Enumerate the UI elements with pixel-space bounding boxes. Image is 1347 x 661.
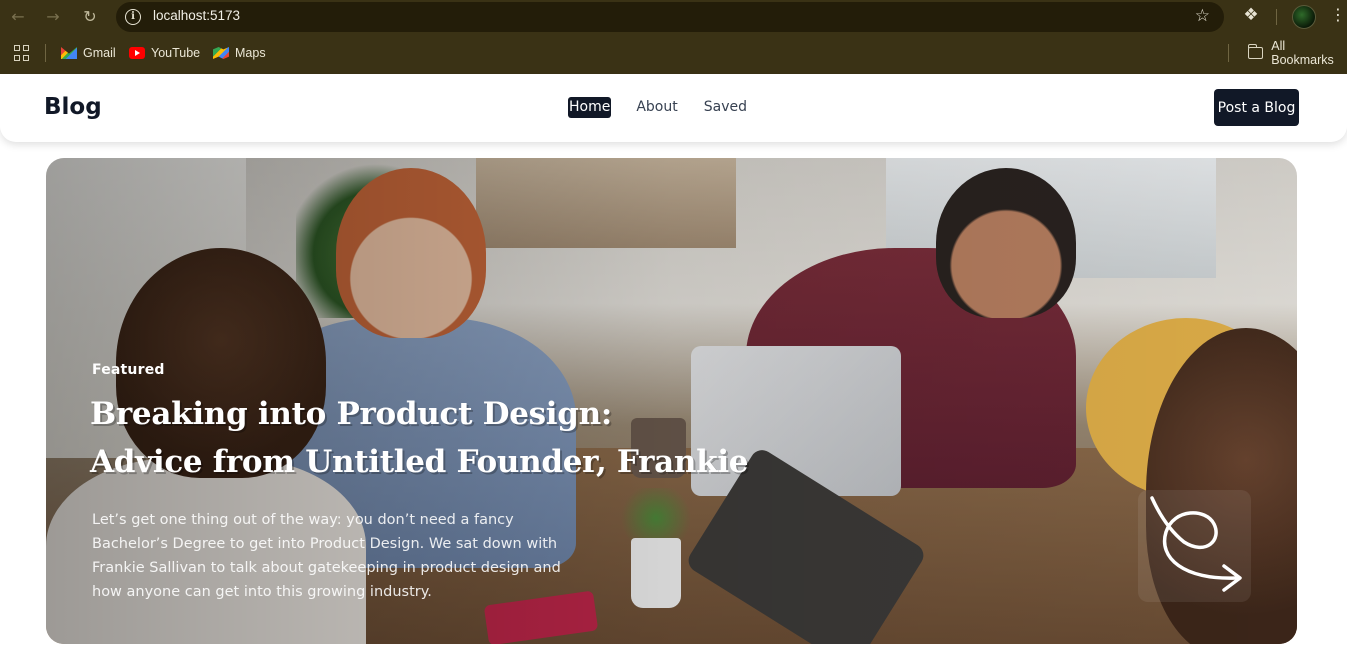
extensions-icon[interactable]: ❖ (1240, 5, 1262, 27)
hero-title[interactable]: Breaking into Product Design: Advice fro… (90, 390, 770, 486)
address-bar[interactable]: i localhost:5173 ☆ (116, 2, 1224, 32)
hero-title-line: Breaking into Product Design: (90, 396, 613, 432)
site-header: Blog Home About Saved Post a Blog (0, 74, 1347, 142)
bookmark-star-icon[interactable]: ☆ (1195, 6, 1210, 26)
menu-kebab-icon[interactable]: ⋮ (1330, 5, 1346, 24)
profile-avatar[interactable] (1292, 5, 1316, 29)
apps-grid-icon[interactable] (14, 45, 30, 61)
browser-toolbar: ← → ↻ i localhost:5173 ☆ ❖ ⋮ (0, 0, 1347, 33)
nav-about[interactable]: About (635, 97, 678, 118)
hero-excerpt: Let’s get one thing out of the way: you … (92, 512, 561, 600)
all-bookmarks-label: All Bookmarks (1271, 39, 1334, 67)
gmail-icon (61, 47, 77, 59)
bookmarks-bar: Gmail YouTube Maps All Bookmarks (0, 38, 1347, 68)
toolbar-divider (1276, 9, 1277, 25)
bookmarks-divider (45, 44, 46, 62)
blog-app: Blog Home About Saved Post a Blog Featur… (0, 74, 1347, 661)
bookmark-label: Maps (235, 46, 266, 60)
maps-icon (213, 47, 229, 59)
forward-icon[interactable]: → (42, 6, 64, 28)
site-logo[interactable]: Blog (44, 94, 102, 120)
bookmark-gmail[interactable]: Gmail (61, 45, 116, 61)
bookmarks-divider (1228, 44, 1229, 62)
featured-hero[interactable]: Featured Breaking into Product Design: A… (46, 158, 1297, 644)
featured-tag: Featured (92, 362, 165, 378)
folder-icon (1247, 44, 1264, 59)
back-icon[interactable]: ← (7, 6, 29, 28)
bookmark-maps[interactable]: Maps (213, 45, 266, 61)
bookmark-label: YouTube (151, 46, 201, 60)
url-text[interactable]: localhost:5173 (153, 8, 240, 23)
read-more-button[interactable] (1138, 490, 1251, 602)
bookmark-label: Gmail (83, 46, 116, 60)
all-bookmarks-button[interactable]: All Bookmarks (1247, 39, 1347, 67)
youtube-icon (129, 47, 145, 59)
nav-home[interactable]: Home (568, 97, 612, 118)
bookmark-youtube[interactable]: YouTube (129, 45, 200, 61)
curly-arrow-icon (1150, 496, 1242, 592)
site-info-icon[interactable]: i (125, 9, 141, 25)
browser-chrome: ← → ↻ i localhost:5173 ☆ ❖ ⋮ Gmail YouTu… (0, 0, 1347, 74)
nav-saved[interactable]: Saved (703, 97, 748, 118)
reload-icon[interactable]: ↻ (79, 6, 101, 28)
main-nav: Home About Saved (568, 97, 748, 118)
post-blog-button[interactable]: Post a Blog (1214, 89, 1299, 126)
hero-title-line: Advice from Untitled Founder, Frankie (90, 444, 749, 480)
